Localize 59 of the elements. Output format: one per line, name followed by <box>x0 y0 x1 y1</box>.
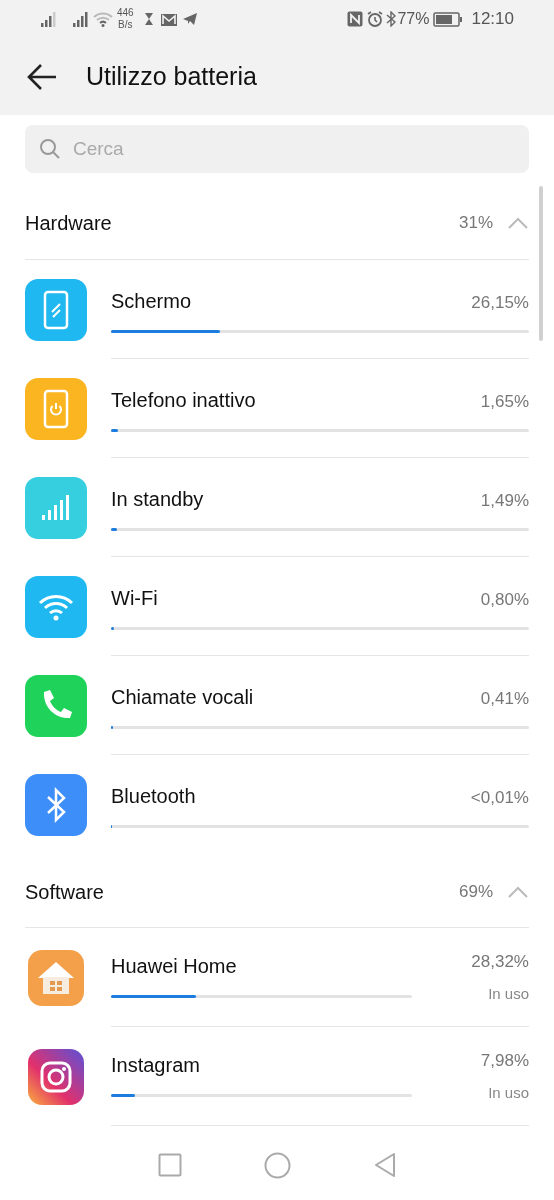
network-speed-unit: B/s <box>118 19 133 31</box>
battery-percent: 77% <box>397 9 430 29</box>
section-total: 31% <box>458 212 493 235</box>
screen-icon <box>25 278 87 341</box>
nfc-icon <box>347 11 364 27</box>
back-button[interactable] <box>372 1152 397 1178</box>
usage-row[interactable]: Bluetooth <0,01% <box>25 755 529 854</box>
usage-percent: 1,49% <box>480 489 529 512</box>
network-speed: 446 <box>117 7 134 19</box>
home-button[interactable] <box>263 1151 291 1179</box>
phone-icon <box>25 674 87 737</box>
bluetooth-icon <box>386 11 397 27</box>
collapse-caret-icon[interactable] <box>507 884 529 899</box>
wifi-icon <box>25 575 87 638</box>
search-field[interactable]: Cerca <box>25 125 529 173</box>
usage-percent: 7,98% <box>480 1050 529 1072</box>
usage-row[interactable]: Huawei Home 28,32% In uso <box>25 928 529 1027</box>
usage-percent: 26,15% <box>471 291 529 314</box>
item-name: Huawei Home <box>111 953 237 979</box>
usage-row[interactable]: Chiamate vocali 0,41% <box>25 656 529 755</box>
search-icon <box>39 138 61 160</box>
usage-row[interactable]: In standby 1,49% <box>25 458 529 557</box>
item-name: Wi-Fi <box>111 585 158 611</box>
page-title: Utilizzo batteria <box>86 60 257 92</box>
collapse-caret-icon[interactable] <box>507 216 529 230</box>
signal-bars-icon <box>25 476 87 539</box>
item-name: Telefono inattivo <box>111 387 256 413</box>
clock: 12:10 <box>471 8 514 31</box>
phone-power-icon <box>25 377 87 440</box>
mail-icon <box>159 11 178 27</box>
recents-button[interactable] <box>157 1153 182 1177</box>
item-name: Instagram <box>111 1052 200 1078</box>
battery-icon <box>433 11 464 27</box>
signal-icon <box>72 11 90 27</box>
bluetooth-icon <box>25 773 87 836</box>
item-name: Bluetooth <box>111 784 196 809</box>
usage-percent: <0,01% <box>470 787 529 809</box>
section-total: 69% <box>458 880 493 903</box>
usage-percent: 1,65% <box>480 390 529 413</box>
usage-row[interactable]: Wi-Fi 0,80% <box>25 557 529 656</box>
signal-icon <box>40 11 58 27</box>
usage-percent: 0,80% <box>480 588 529 611</box>
wifi-icon <box>93 11 113 27</box>
paper-plane-icon <box>181 12 198 26</box>
usage-percent: 0,41% <box>480 687 529 710</box>
usage-percent: 28,32% <box>471 951 529 973</box>
usage-status: In uso <box>488 1082 529 1103</box>
usage-row[interactable]: Schermo 26,15% <box>25 260 529 359</box>
usage-status: In uso <box>488 983 529 1004</box>
back-arrow-icon[interactable] <box>26 62 58 91</box>
item-name: Schermo <box>111 288 192 314</box>
hourglass-icon <box>143 12 154 26</box>
alarm-icon <box>367 11 384 27</box>
section-title: Software <box>25 879 104 905</box>
item-name: In standby <box>111 486 204 512</box>
item-name: Chiamate vocali <box>111 684 254 710</box>
usage-row[interactable]: Telefono inattivo 1,65% <box>25 359 529 458</box>
section-title: Hardware <box>25 211 112 236</box>
usage-row[interactable]: Instagram 7,98% In uso <box>25 1027 529 1126</box>
